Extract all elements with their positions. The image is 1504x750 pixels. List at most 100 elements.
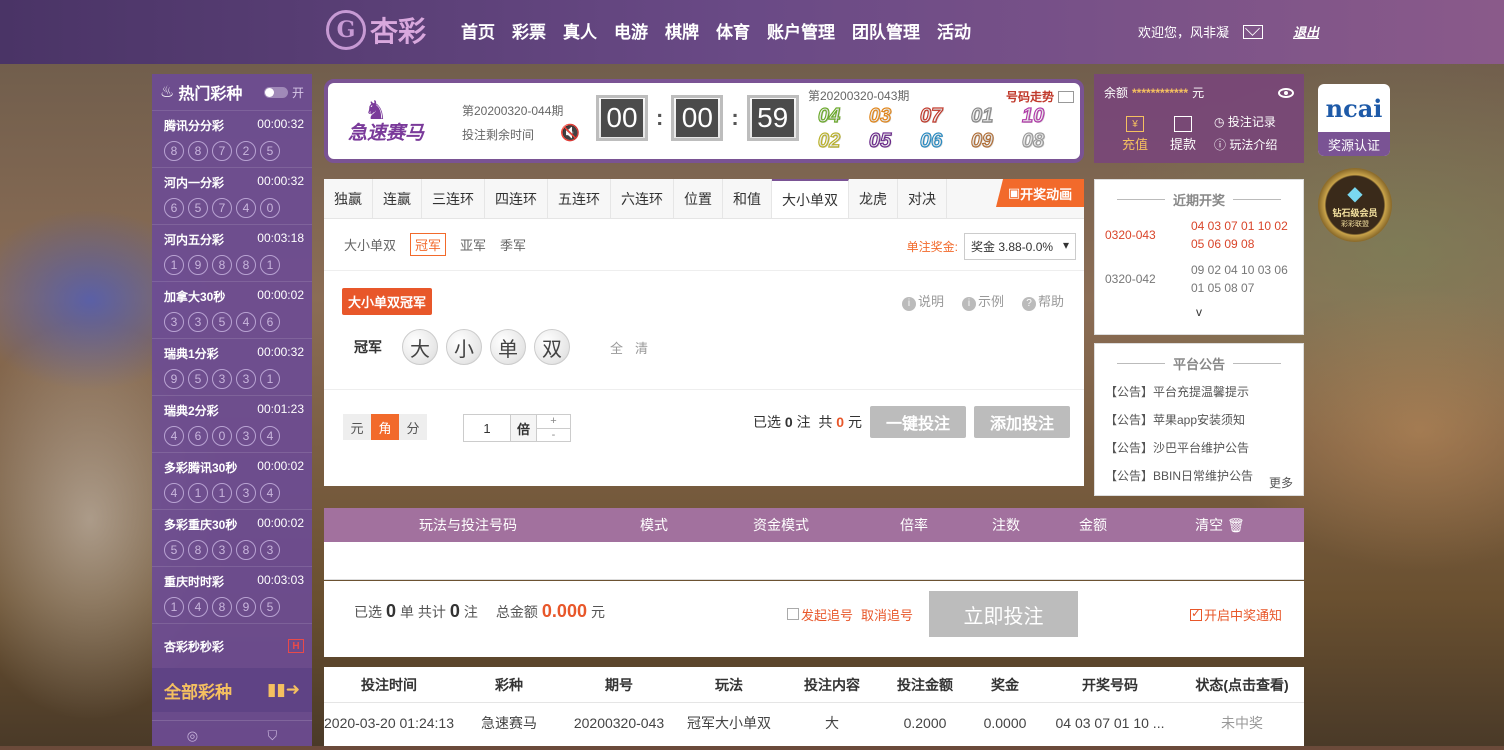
history-col-header: 奖金	[991, 676, 1019, 693]
all-lottery-button[interactable]: 全部彩种 ▮▮➜	[152, 668, 312, 712]
tab-play-5[interactable]: 六连环	[611, 179, 674, 218]
number-ball: 5	[188, 198, 208, 218]
tab-play-4[interactable]: 五连环	[548, 179, 611, 218]
nav-sports[interactable]: 体育	[716, 18, 750, 43]
recent-draws: 近期开奖 0320-043 04 03 07 01 10 02 05 06 09…	[1094, 179, 1304, 335]
number-ball: 3	[164, 312, 184, 332]
hot-toggle[interactable]: 开	[263, 84, 304, 101]
tab-play-10[interactable]: 对决	[898, 179, 947, 218]
unit-jiao[interactable]: 角	[371, 414, 399, 440]
ncai-badge[interactable]: ncai 奖源认证	[1318, 84, 1390, 156]
select-all[interactable]: 全	[610, 338, 623, 357]
sidebar-lottery-item[interactable]: 多彩腾讯30秒 00:00:02 4 1 1 3 4	[152, 452, 312, 509]
lottery-name: 河内五分彩	[164, 233, 225, 247]
bet-records-link[interactable]: ◷ 投注记录	[1214, 113, 1277, 130]
lottery-balls: 65740	[164, 198, 304, 218]
subtab-champion[interactable]: 冠军	[410, 233, 447, 256]
lottery-balls: 33546	[164, 312, 304, 332]
deposit-button[interactable]: ¥ 充值	[1122, 116, 1148, 153]
toggle-switch[interactable]	[263, 86, 288, 98]
history-header: 投注时间 彩种 期号 玩法 投注内容 投注金额 奖金 开奖号码 状态(点击查看)	[324, 667, 1304, 703]
clear-selection[interactable]: 清	[635, 338, 648, 357]
tab-play-9[interactable]: 龙虎	[849, 179, 898, 218]
multiplier-stepper: 1 倍 + -	[463, 414, 571, 442]
unit-yuan[interactable]: 元	[343, 414, 371, 440]
nav-lottery[interactable]: 彩票	[512, 18, 546, 43]
tab-play-7[interactable]: 和值	[723, 179, 772, 218]
sidebar-lottery-item[interactable]: 重庆时时彩 00:03:03 1 4 8 9 5	[152, 566, 312, 623]
sidebar-item-miaomiao[interactable]: 杏彩秒秒彩 H	[152, 623, 312, 668]
subtab-second[interactable]: 亚军	[460, 235, 486, 254]
nav-chess[interactable]: 棋牌	[665, 18, 699, 43]
tab-play-6[interactable]: 位置	[674, 179, 723, 218]
example-link[interactable]: i 示例	[961, 291, 1004, 311]
logout-link[interactable]: 退出	[1293, 22, 1319, 41]
pick-even[interactable]: 双	[534, 329, 570, 365]
sidebar-lottery-item[interactable]: 多彩重庆30秒 00:00:02 5 8 3 8 3	[152, 509, 312, 566]
expand-chevron-icon[interactable]: v	[1095, 305, 1303, 319]
lottery-timer: 00:00:32	[257, 345, 304, 359]
bet-now-button[interactable]: 立即投注	[929, 591, 1078, 637]
nav-home[interactable]: 首页	[461, 18, 495, 43]
unit-fen[interactable]: 分	[399, 414, 427, 440]
mail-icon[interactable]	[1243, 24, 1264, 39]
pick-odd[interactable]: 单	[490, 329, 526, 365]
help-link[interactable]: ? 帮助	[1021, 291, 1064, 311]
cancel-chase-link[interactable]: 取消追号	[861, 605, 913, 624]
subtab-third[interactable]: 季军	[500, 235, 526, 254]
multiplier-input[interactable]: 1	[464, 415, 510, 441]
sidebar-lottery-item[interactable]: 腾讯分分彩 00:00:32 8 8 7 2 5	[152, 110, 312, 167]
tab-play-8[interactable]: 大小单双	[772, 179, 849, 218]
multiplier-plus[interactable]: +	[537, 415, 570, 429]
number-ball: 4	[260, 483, 280, 503]
sidebar-lottery-item[interactable]: 河内一分彩 00:00:32 6 5 7 4 0	[152, 167, 312, 224]
table-row[interactable]: 2020-03-20 01:24:13 急速赛马 20200320-043 冠军大小单…	[324, 705, 1304, 741]
notice-item[interactable]: 【公告】沙巴平台维护公告	[1105, 439, 1303, 467]
mute-icon[interactable]: 🔇	[560, 123, 580, 143]
multiplier-minus[interactable]: -	[537, 429, 570, 442]
diamond-member-badge[interactable]: ◆ 钻石级会员 彩彩联盟	[1318, 168, 1392, 242]
pick-small[interactable]: 小	[446, 329, 482, 365]
nav-team[interactable]: 团队管理	[852, 18, 920, 43]
nav-live[interactable]: 真人	[563, 18, 597, 43]
lottery-timer: 00:00:02	[257, 516, 304, 530]
pick-big[interactable]: 大	[402, 329, 438, 365]
tab-play-2[interactable]: 三连环	[422, 179, 485, 218]
quick-bet-button[interactable]: 一键投注	[869, 406, 966, 438]
eye-slash-icon[interactable]: ◎	[187, 728, 198, 744]
sidebar-lottery-item[interactable]: 加拿大30秒 00:00:02 3 3 5 4 6	[152, 281, 312, 338]
eye-icon[interactable]	[1278, 87, 1294, 98]
prize-select[interactable]: 奖金 3.88-0.0% ▾	[964, 233, 1076, 260]
site-logo[interactable]: G 杏彩	[326, 10, 426, 50]
draw-number: 03	[868, 104, 892, 127]
lottery-name: 多彩重庆30秒	[164, 518, 238, 532]
sidebar-lottery-item[interactable]: 河内五分彩 00:03:18 1 9 8 8 1	[152, 224, 312, 281]
explain-link[interactable]: i 说明	[901, 291, 944, 311]
trend-link[interactable]: 号码走势	[1006, 88, 1074, 105]
sidebar-lottery-item[interactable]: 瑞典2分彩 00:01:23 4 6 0 3 4	[152, 395, 312, 452]
nav-slots[interactable]: 电游	[614, 18, 648, 43]
notice-item[interactable]: 【公告】苹果app安装须知	[1105, 411, 1303, 439]
history-col-header: 开奖号码	[1082, 676, 1138, 693]
single-prize-label: 单注奖金:	[906, 240, 958, 254]
notice-item[interactable]: 【公告】平台充提温馨提示	[1105, 383, 1303, 411]
withdraw-button[interactable]: 提款	[1170, 116, 1196, 153]
nav-activity[interactable]: 活动	[937, 18, 971, 43]
tab-play-1[interactable]: 连赢	[373, 179, 422, 218]
withdraw-label: 提款	[1170, 137, 1197, 152]
add-bet-button[interactable]: 添加投注	[973, 406, 1070, 438]
clear-orders-button[interactable]: 清空 🗑	[1136, 515, 1304, 535]
chase-checkbox[interactable]: 发起追号	[787, 605, 853, 624]
sidebar-lottery-item[interactable]: 瑞典1分彩 00:00:32 9 5 3 3 1	[152, 338, 312, 395]
tab-play-3[interactable]: 四连环	[485, 179, 548, 218]
win-notify-checkbox[interactable]: 开启中奖通知	[1189, 605, 1282, 624]
draw-animation-button[interactable]: ▣ 开奖动画	[996, 179, 1084, 207]
tab-play-0[interactable]: 独赢	[324, 179, 373, 218]
rules-link[interactable]: ⓘ 玩法介绍	[1214, 136, 1277, 153]
lottery-timer: 00:00:32	[257, 174, 304, 188]
prize-select-value: 奖金 3.88-0.0%	[971, 240, 1054, 254]
nav-account[interactable]: 账户管理	[767, 18, 835, 43]
shield-icon[interactable]: ⛉	[268, 728, 278, 744]
draw-number: 05	[868, 129, 892, 152]
more-link[interactable]: 更多	[1268, 474, 1293, 491]
